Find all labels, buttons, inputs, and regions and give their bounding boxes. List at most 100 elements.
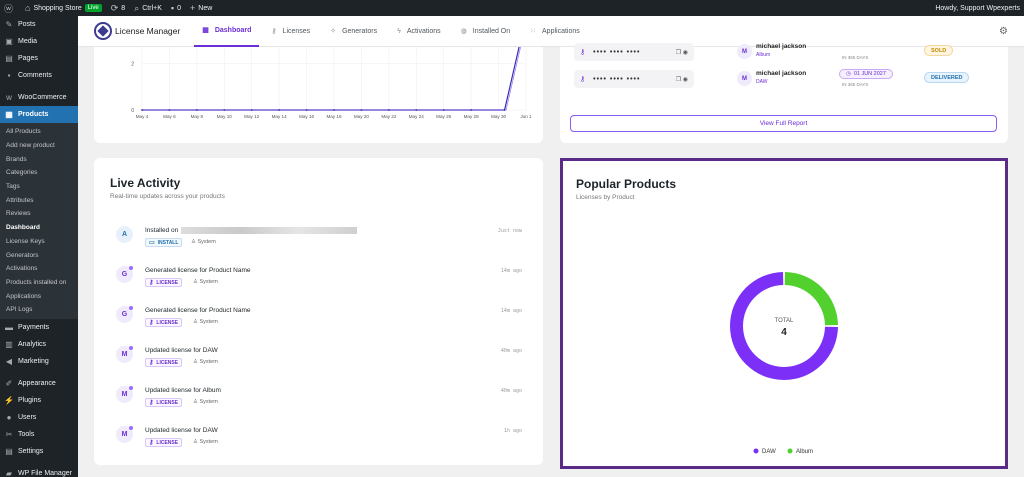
activity-title: Updated license for DAW	[145, 427, 218, 434]
menu-marketing[interactable]: ◀ Marketing	[0, 353, 78, 370]
x-tick-label: May 20	[354, 114, 370, 119]
comment-icon: ▪	[7, 71, 11, 80]
activity-avatar: G	[116, 266, 133, 283]
new-dot	[129, 426, 133, 430]
submenu-license-keys[interactable]: License Keys	[0, 235, 78, 249]
folder-icon: ▰	[5, 468, 13, 477]
bolt-icon: ϟ	[397, 27, 401, 35]
copy-icon[interactable]: ❐ ◉	[676, 76, 688, 83]
comments-link[interactable]: ▪ 0	[171, 3, 181, 13]
data-point	[360, 109, 363, 111]
license-manager-logo[interactable]: License Manager	[94, 22, 180, 40]
activity-time: 40m ago	[500, 388, 522, 394]
data-point	[250, 109, 253, 111]
clock-icon: ◷	[846, 71, 851, 77]
submenu-products-installed-on[interactable]: Products installed on	[0, 276, 78, 290]
menu-posts[interactable]: ✎ Posts	[0, 16, 78, 33]
menu-analytics[interactable]: ▥ Analytics	[0, 336, 78, 353]
submenu-dashboard[interactable]: Dashboard	[0, 221, 78, 235]
search-icon: ⌕	[134, 2, 140, 13]
submenu-applications[interactable]: Applications	[0, 289, 78, 303]
menu-wp-file-manager[interactable]: ▰ WP File Manager	[0, 465, 78, 477]
data-point	[223, 109, 226, 111]
y-tick-label: 2	[131, 62, 134, 68]
menu-woocommerce[interactable]: w WooCommerce	[0, 89, 78, 106]
menu-comments[interactable]: ▪ Comments	[0, 67, 78, 84]
tab-generators[interactable]: ✧ Generators	[322, 16, 385, 47]
updates-link[interactable]: ⟳ 8	[111, 3, 125, 14]
y-tick-label: 0	[131, 108, 134, 114]
x-tick-label: May 12	[244, 114, 260, 119]
submenu-generators[interactable]: Generators	[0, 248, 78, 262]
activity-title: Installed on	[145, 227, 358, 235]
activity-title-text: Updated license for DAW	[145, 427, 218, 434]
menu-appearance[interactable]: ✐ Appearance	[0, 375, 78, 392]
command-palette-button[interactable]: ⌕ Ctrl+K	[134, 3, 162, 14]
series-line-shadow	[143, 16, 528, 111]
new-content-link[interactable]: + New	[190, 3, 212, 13]
submenu-api-logs[interactable]: API Logs	[0, 303, 78, 317]
activity-title-text: Updated license for DAW	[145, 347, 218, 354]
shortcut-label: Ctrl+K	[142, 4, 162, 12]
tab-licenses[interactable]: ⚷ Licenses	[263, 16, 318, 47]
menu-users[interactable]: ● Users	[0, 409, 78, 426]
legend-label: Album	[796, 449, 813, 455]
globe-icon: ◍	[460, 28, 467, 35]
x-tick-label: May 16	[299, 114, 315, 119]
site-name: Shopping Store	[33, 4, 82, 12]
menu-label: WooCommerce	[18, 94, 67, 101]
new-dot	[129, 266, 133, 270]
menu-products[interactable]: ▦ Products	[0, 106, 78, 123]
legend-label: DAW	[762, 449, 776, 455]
licenses-line-chart: 2 0May 4 May 6 May 8 May 10 May 12 May 14 May 1…	[131, 16, 532, 119]
media-icon: ▣	[5, 37, 13, 46]
tab-dashboard[interactable]: ▦ Dashboard	[194, 16, 260, 47]
menu-label: Analytics	[18, 340, 47, 348]
menu-pages[interactable]: ▤ Pages	[0, 50, 78, 67]
tab-activations[interactable]: ϟ Activations	[389, 16, 449, 47]
activity-avatar: G	[116, 306, 133, 323]
megaphone-icon: ◀	[5, 356, 13, 366]
tab-installed-on[interactable]: ◍ Installed On	[453, 16, 518, 47]
activity-actor: ♙ System	[193, 399, 218, 405]
menu-media[interactable]: ▣ Media	[0, 33, 78, 50]
activity-tag: ▭ INSTALL	[145, 238, 183, 247]
account-menu[interactable]: Howdy, Support Wpexperts	[935, 5, 1020, 12]
sparkle-icon: ✧	[330, 28, 337, 35]
submenu-attributes[interactable]: Attributes	[0, 193, 78, 207]
activity-time: 40m ago	[500, 348, 522, 354]
submenu-brands[interactable]: Brands	[0, 152, 78, 166]
license-row: ⚷ •••• •••• •••• ❐ ◉ M michael jackson DAW…	[574, 68, 994, 94]
submenu-all-products[interactable]: All Products	[0, 125, 78, 139]
tab-label: Generators	[342, 27, 378, 35]
activity-title-text: Generated license for Product Name	[145, 307, 251, 314]
submenu-activations[interactable]: Activations	[0, 262, 78, 276]
activity-item: M Updated license for DAW ⚷ LICENSE ♙ System…	[116, 426, 522, 460]
submenu-tags[interactable]: Tags	[0, 180, 78, 194]
activity-time: Just now	[497, 228, 522, 234]
site-name-link[interactable]: ⌂ Shopping Store Live	[25, 3, 102, 13]
menu-tools[interactable]: ✂ Tools	[0, 426, 78, 443]
submenu-categories[interactable]: Categories	[0, 166, 78, 180]
tag-label: LICENSE	[156, 279, 179, 286]
key-icon: ⚷	[580, 49, 586, 56]
wordpress-logo-button[interactable]: ⓦ	[4, 2, 16, 15]
menu-plugins[interactable]: ⚡ Plugins	[0, 392, 78, 409]
licenses-line-chart-card: 2 0 May 4 May 6 May 8 May 10 May 12 May 14 May 1…	[94, 16, 543, 143]
activity-actor: ♙ System	[193, 439, 218, 445]
submenu-reviews[interactable]: Reviews	[0, 207, 78, 221]
recent-licenses-card: ⚷ •••• •••• •••• ❐ ◉ M michael jackson Alb…	[560, 43, 1008, 143]
activity-item: G Generated license for Product Name ⚷ LICE…	[116, 266, 522, 300]
data-point	[442, 109, 445, 111]
menu-settings[interactable]: ▤ Settings	[0, 443, 78, 460]
view-full-report-button[interactable]: View Full Report	[570, 115, 997, 132]
activity-title: Updated license for Album	[145, 387, 221, 394]
menu-payments[interactable]: ▬ Payments	[0, 319, 78, 336]
copy-icon[interactable]: ❐ ◉	[676, 49, 688, 56]
data-point	[141, 109, 143, 111]
menu-label: Products	[18, 111, 49, 118]
activity-title-text: Installed on	[145, 227, 179, 235]
settings-gear-icon[interactable]: ⚙	[999, 26, 1008, 37]
submenu-add-new-product[interactable]: Add new product	[0, 139, 78, 153]
x-tick-label: Jun 1	[520, 114, 532, 119]
